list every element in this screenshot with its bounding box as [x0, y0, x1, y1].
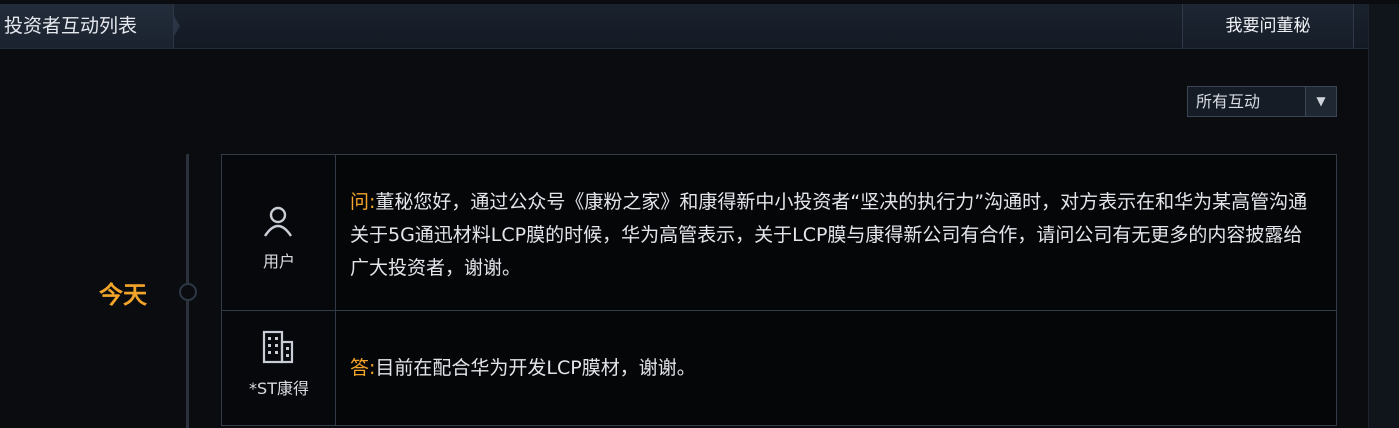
right-edge-panel — [1368, 4, 1399, 428]
answer-prefix: 答: — [350, 357, 376, 379]
answer-role-name: *ST康得 — [249, 379, 309, 398]
tab-arrow-decoration — [174, 16, 180, 36]
answer-text: 答:目前在配合华为开发LCP膜材，谢谢。 — [350, 352, 1318, 385]
company-building-icon — [262, 330, 294, 364]
answer-body: 目前在配合华为开发LCP膜材，谢谢。 — [375, 357, 696, 379]
user-icon — [263, 206, 293, 237]
timeline-date-label: 今天 — [99, 281, 147, 309]
timeline-dot — [179, 283, 197, 301]
answer-role-cell: *ST康得 — [222, 311, 336, 425]
interaction-card: 用户 问:董秘您好，通过公众号《康粉之家》和康得新中小投资者“坚决的执行力”沟通… — [221, 154, 1337, 426]
filter-selected-value: 所有互动 — [1196, 92, 1261, 111]
question-text: 问:董秘您好，通过公众号《康粉之家》和康得新中小投资者“坚决的执行力”沟通时，对… — [350, 186, 1318, 285]
question-role-cell: 用户 — [222, 155, 336, 310]
answer-row: *ST康得 答:目前在配合华为开发LCP膜材，谢谢。 — [222, 311, 1336, 425]
question-prefix: 问: — [350, 191, 376, 213]
dropdown-arrow-icon[interactable]: ▼ — [1305, 87, 1336, 116]
ask-secretary-button[interactable]: 我要问董秘 — [1182, 4, 1354, 48]
question-body: 董秘您好，通过公众号《康粉之家》和康得新中小投资者“坚决的执行力”沟通时，对方表… — [350, 191, 1308, 279]
question-role-name: 用户 — [262, 252, 295, 271]
question-row: 用户 问:董秘您好，通过公众号《康粉之家》和康得新中小投资者“坚决的执行力”沟通… — [222, 155, 1336, 311]
top-bar: 投资者互动列表 我要问董秘 — [0, 4, 1368, 49]
investor-interaction-page: 投资者互动列表 我要问董秘 所有互动 ▼ 今天 用户 问:董秘您好，通过公众号《… — [0, 0, 1399, 428]
tab-investor-list[interactable]: 投资者互动列表 — [0, 4, 174, 48]
interaction-filter-select[interactable]: 所有互动 ▼ — [1187, 86, 1337, 117]
